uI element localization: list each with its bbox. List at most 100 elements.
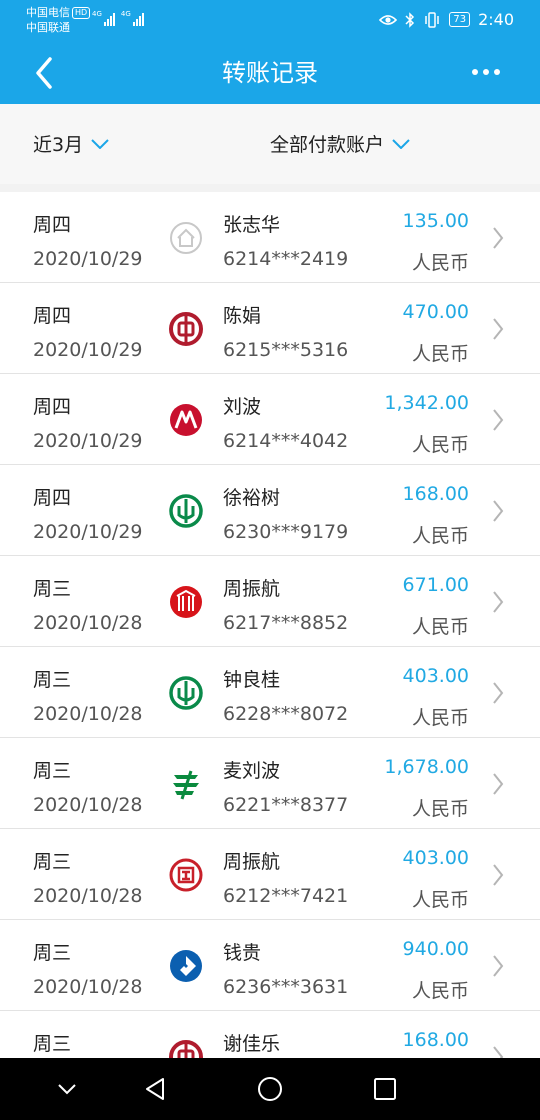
signal-icons: 4G 4G: [92, 10, 144, 26]
transaction-date: 2020/10/28: [33, 612, 143, 634]
weekday: 周四: [33, 214, 72, 236]
transfer-amount: 135.00: [402, 210, 469, 232]
signal-strength-icon: 4G: [92, 10, 115, 26]
carrier-2: 中国联通: [26, 21, 70, 34]
weekday: 周四: [33, 487, 72, 509]
clock: 2:40: [478, 10, 514, 29]
payee-account: 6212***7421: [223, 885, 349, 907]
chevron-down-icon: [58, 1084, 76, 1095]
transaction-row[interactable]: 周三 2020/10/28 周振航 6217***8852 671.00 人民币: [0, 556, 540, 647]
hide-keyboard-button[interactable]: [37, 1058, 97, 1120]
postal-icon: [173, 770, 199, 800]
hd-badge: HD: [72, 7, 91, 19]
icbc-icon: [169, 858, 203, 892]
more-menu-icon[interactable]: [472, 69, 500, 75]
abc-icon: [169, 494, 203, 528]
abc-icon: [169, 676, 203, 710]
currency: 人民币: [411, 616, 469, 638]
carrier-1: 中国电信: [26, 6, 70, 19]
payee-account: 6215***5316: [223, 339, 349, 361]
transfer-amount: 403.00: [402, 665, 469, 687]
transaction-row[interactable]: 周三 2020/10/28 麦刘波 6221***8377 1,678.00 人民币: [0, 738, 540, 829]
chevron-down-icon: [91, 138, 109, 149]
period-filter[interactable]: 近3月: [33, 130, 109, 157]
transaction-date: 2020/10/28: [33, 703, 143, 725]
transaction-row[interactable]: 周四 2020/10/29 刘波 6214***4042 1,342.00 人民币: [0, 374, 540, 465]
payee-account: 6214***2419: [223, 248, 349, 270]
weekday: 周三: [33, 851, 72, 873]
payee-name: 张志华: [223, 214, 281, 236]
citic-icon: [170, 586, 202, 618]
payee-name: 徐裕树: [223, 487, 281, 509]
filter-bar: 近3月 全部付款账户: [0, 104, 540, 184]
currency: 人民币: [411, 798, 469, 820]
transaction-row[interactable]: 周四 2020/10/29 陈娟 6215***5316 470.00 人民币: [0, 283, 540, 374]
currency: 人民币: [411, 252, 469, 274]
transaction-row[interactable]: 周三 谢佳乐 168.00: [0, 1011, 540, 1060]
transaction-date: 2020/10/29: [33, 339, 143, 361]
currency: 人民币: [411, 707, 469, 729]
transaction-date: 2020/10/29: [33, 430, 143, 452]
triangle-back-icon: [146, 1078, 164, 1100]
back-nav-button[interactable]: [125, 1058, 185, 1120]
app-header: 转账记录: [0, 42, 540, 104]
page-title: 转账记录: [222, 59, 318, 87]
boc-icon: [169, 1040, 203, 1060]
chevron-down-icon: [392, 138, 410, 149]
ccb-icon: [170, 950, 202, 982]
payee-account: 6221***8377: [223, 794, 349, 816]
payee-account: 6228***8072: [223, 703, 349, 725]
weekday: 周三: [33, 942, 72, 964]
transaction-date: 2020/10/29: [33, 248, 143, 270]
transaction-date: 2020/10/28: [33, 976, 143, 998]
currency: 人民币: [411, 889, 469, 911]
weekday: 周四: [33, 396, 72, 418]
transfer-amount: 403.00: [402, 847, 469, 869]
weekday: 周三: [33, 760, 72, 782]
eye-icon: [379, 14, 398, 25]
payee-account: 6236***3631: [223, 976, 349, 998]
house-bank-icon: [170, 222, 202, 254]
chevron-right-icon: [493, 500, 504, 522]
transaction-row[interactable]: 周三 2020/10/28 钱贵 6236***3631 940.00 人民币: [0, 920, 540, 1011]
chevron-right-icon: [493, 864, 504, 886]
currency: 人民币: [411, 980, 469, 1002]
transaction-date: 2020/10/29: [33, 521, 143, 543]
transaction-list: 周四 2020/10/29 张志华 6214***2419 135.00 人民币 周四 202…: [0, 192, 540, 1060]
chevron-right-icon: [493, 955, 504, 977]
payee-name: 钟良桂: [223, 669, 281, 691]
chevron-right-icon: [493, 227, 504, 249]
currency: 人民币: [411, 525, 469, 547]
payee-account: 6230***9179: [223, 521, 349, 543]
payee-name: 麦刘波: [223, 760, 281, 782]
payee-name: 陈娟: [223, 305, 262, 327]
payee-name: 周振航: [223, 851, 281, 873]
battery-icon: 73: [449, 12, 471, 27]
boc-icon: [169, 312, 203, 346]
home-nav-button[interactable]: [240, 1058, 300, 1120]
account-filter[interactable]: 全部付款账户: [270, 130, 410, 157]
payee-name: 谢佳乐: [223, 1033, 281, 1055]
payee-account: 6214***4042: [223, 430, 349, 452]
transfer-amount: 940.00: [402, 938, 469, 960]
currency: 人民币: [411, 343, 469, 365]
transaction-row[interactable]: 周三 2020/10/28 钟良桂 6228***8072 403.00 人民币: [0, 647, 540, 738]
transaction-date: 2020/10/28: [33, 885, 143, 907]
transaction-row[interactable]: 周四 2020/10/29 徐裕树 6230***9179 168.00 人民币: [0, 465, 540, 556]
carrier-info: 中国电信 HD 中国联通: [26, 5, 91, 35]
transfer-amount: 1,678.00: [384, 756, 469, 778]
transaction-row[interactable]: 周三 2020/10/28 周振航 6212***7421 403.00 人民币: [0, 829, 540, 920]
transfer-amount: 168.00: [402, 1029, 469, 1051]
recents-nav-button[interactable]: [355, 1058, 415, 1120]
square-recents-icon: [374, 1078, 396, 1100]
payee-name: 钱贵: [223, 942, 262, 964]
transfer-amount: 470.00: [402, 301, 469, 323]
chevron-right-icon: [493, 682, 504, 704]
chevron-right-icon: [493, 318, 504, 340]
weekday: 周三: [33, 1033, 72, 1055]
status-right: 73 2:40: [379, 10, 514, 29]
weekday: 周三: [33, 669, 72, 691]
account-filter-label: 全部付款账户: [270, 134, 385, 156]
transaction-row[interactable]: 周四 2020/10/29 张志华 6214***2419 135.00 人民币: [0, 192, 540, 283]
payee-name: 周振航: [223, 578, 281, 600]
